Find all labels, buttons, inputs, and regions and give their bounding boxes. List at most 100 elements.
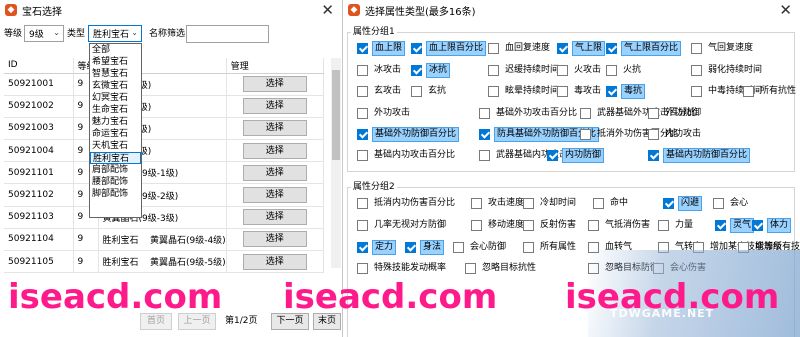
attribute-checkbox[interactable]: 几率无视对方防御: [357, 218, 448, 233]
checkbox-empty-icon[interactable]: [357, 65, 368, 76]
attribute-checkbox[interactable]: 移动速度: [471, 218, 526, 233]
checkbox-checked-icon[interactable]: [663, 198, 674, 209]
table-row[interactable]: 50921104 9 胜利宝石 黄翼晶石(9级-4级) 选择: [4, 228, 324, 252]
select-button[interactable]: 选择: [242, 209, 307, 226]
type-option[interactable]: 智慧宝石: [90, 68, 141, 80]
table-row[interactable]: 50921004 9 绿翼石(9级) 选择: [4, 139, 324, 163]
type-option[interactable]: 腰部配饰: [90, 176, 141, 188]
select-button[interactable]: 选择: [242, 231, 307, 248]
checkbox-empty-icon[interactable]: [411, 86, 422, 97]
checkbox-empty-icon[interactable]: [523, 220, 534, 231]
level-select[interactable]: 9级 ⌄: [24, 25, 64, 42]
checkbox-empty-icon[interactable]: [593, 198, 604, 209]
table-row[interactable]: 50921001 9 黄翼石(9级) 选择: [4, 73, 324, 96]
attribute-checkbox[interactable]: 玄抗: [411, 84, 448, 99]
checkbox-empty-icon[interactable]: [557, 65, 568, 76]
close-icon[interactable]: ✕: [779, 1, 792, 19]
checkbox-empty-icon[interactable]: [488, 43, 499, 54]
checkbox-empty-icon[interactable]: [479, 150, 490, 161]
select-button[interactable]: 选择: [242, 142, 307, 159]
attribute-checkbox[interactable]: 体力: [752, 218, 792, 233]
close-icon[interactable]: ✕: [321, 1, 334, 19]
type-select[interactable]: 胜利宝石 ⌄: [88, 25, 142, 42]
attribute-checkbox[interactable]: 会心防御: [453, 240, 508, 255]
checkbox-checked-icon[interactable]: [411, 43, 422, 54]
checkbox-empty-icon[interactable]: [471, 198, 482, 209]
attribute-checkbox[interactable]: 气回复速度: [691, 41, 755, 56]
table-row[interactable]: 50921105 9 胜利宝石 黄翼晶石(9级-5级) 选择: [4, 250, 324, 274]
checkbox-empty-icon[interactable]: [488, 65, 499, 76]
table-row[interactable]: 50921002 9 蓝翼石(9级) 选择: [4, 95, 324, 118]
attribute-checkbox[interactable]: 火抗: [606, 63, 643, 78]
attribute-checkbox[interactable]: 基础内功攻击百分比: [357, 148, 457, 163]
checkbox-empty-icon[interactable]: [453, 242, 464, 253]
checkbox-empty-icon[interactable]: [357, 150, 368, 161]
table-row[interactable]: 50921003 9 红翼石(9级) 选择: [4, 117, 324, 141]
checkbox-empty-icon[interactable]: [357, 86, 368, 97]
type-option-selected[interactable]: 胜利宝石: [90, 152, 141, 164]
checkbox-empty-icon[interactable]: [557, 86, 568, 97]
attribute-checkbox[interactable]: 定力: [357, 240, 397, 255]
checkbox-empty-icon[interactable]: [580, 129, 591, 140]
type-option[interactable]: 全部: [90, 44, 141, 56]
attribute-checkbox[interactable]: 冷却时间: [523, 196, 578, 211]
type-option[interactable]: 天机宝石: [90, 140, 141, 152]
attribute-checkbox[interactable]: 基础内功防御百分比: [648, 148, 751, 163]
attribute-checkbox[interactable]: 玄攻击: [357, 84, 403, 99]
attribute-checkbox[interactable]: 血回复速度: [488, 41, 552, 56]
attribute-checkbox[interactable]: 眩晕持续时间: [488, 84, 561, 99]
scrollbar-thumb[interactable]: [332, 70, 340, 160]
attribute-checkbox[interactable]: 所有抗性: [743, 84, 798, 99]
checkbox-empty-icon[interactable]: [691, 65, 702, 76]
attribute-checkbox[interactable]: 攻击速度: [471, 196, 526, 211]
type-option[interactable]: 幻冥宝石: [90, 92, 141, 104]
checkbox-empty-icon[interactable]: [465, 263, 476, 274]
column-header[interactable]: ID: [4, 58, 74, 74]
type-option[interactable]: 生命宝石: [90, 104, 141, 116]
type-option[interactable]: 希望宝石: [90, 56, 141, 68]
attribute-checkbox[interactable]: 气抵消伤害: [588, 218, 652, 233]
select-button[interactable]: 选择: [242, 164, 307, 181]
table-row[interactable]: 50921101 9 黄翼晶石(9级-1级) 选择: [4, 161, 324, 185]
table-row[interactable]: 50921103 9 黄翼晶石(9级-3级) 选择: [4, 206, 324, 229]
checkbox-checked-icon[interactable]: [715, 220, 726, 231]
attribute-checkbox[interactable]: 特殊技能发动概率: [357, 261, 448, 276]
checkbox-empty-icon[interactable]: [357, 108, 368, 119]
checkbox-empty-icon[interactable]: [648, 108, 659, 119]
checkbox-empty-icon[interactable]: [691, 43, 702, 54]
checkbox-checked-icon[interactable]: [411, 65, 422, 76]
attribute-checkbox[interactable]: 身法: [405, 240, 445, 255]
attribute-checkbox[interactable]: 冰抗: [411, 63, 451, 78]
attribute-checkbox[interactable]: 火攻击: [557, 63, 603, 78]
attribute-checkbox[interactable]: 基础外功攻击百分比: [479, 106, 579, 121]
checkbox-empty-icon[interactable]: [648, 129, 659, 140]
attribute-checkbox[interactable]: 外功攻击: [357, 106, 412, 121]
checkbox-checked-icon[interactable]: [606, 43, 617, 54]
checkbox-empty-icon[interactable]: [691, 86, 702, 97]
attribute-checkbox[interactable]: 反射伤害: [523, 218, 578, 233]
attribute-checkbox[interactable]: 内功防御: [547, 148, 605, 163]
attribute-checkbox[interactable]: 弱化持续时间: [691, 63, 764, 78]
attribute-checkbox[interactable]: 外功防御: [648, 106, 703, 121]
checkbox-empty-icon[interactable]: [658, 220, 669, 231]
attribute-checkbox[interactable]: 基础外功防御百分比: [357, 127, 460, 142]
checkbox-checked-icon[interactable]: [547, 150, 558, 161]
checkbox-checked-icon[interactable]: [648, 150, 659, 161]
attribute-checkbox[interactable]: 命中: [593, 196, 630, 211]
checkbox-checked-icon[interactable]: [606, 86, 617, 97]
attribute-checkbox[interactable]: 毒抗: [606, 84, 646, 99]
type-option[interactable]: 魅力宝石: [90, 116, 141, 128]
checkbox-empty-icon[interactable]: [479, 108, 490, 119]
table-row[interactable]: 50921102 9 黄翼晶石(9级-2级) 选择: [4, 183, 324, 207]
type-option[interactable]: 肩部配饰: [90, 164, 141, 176]
checkbox-empty-icon[interactable]: [357, 263, 368, 274]
checkbox-empty-icon[interactable]: [523, 242, 534, 253]
type-option[interactable]: 玄微宝石: [90, 80, 141, 92]
select-button[interactable]: 选择: [242, 253, 307, 270]
select-button[interactable]: 选择: [242, 98, 307, 115]
checkbox-empty-icon[interactable]: [580, 108, 591, 119]
checkbox-checked-icon[interactable]: [357, 242, 368, 253]
checkbox-empty-icon[interactable]: [357, 198, 368, 209]
attribute-checkbox[interactable]: 气上限百分比: [606, 41, 682, 56]
attribute-checkbox[interactable]: 所有属性: [523, 240, 578, 255]
